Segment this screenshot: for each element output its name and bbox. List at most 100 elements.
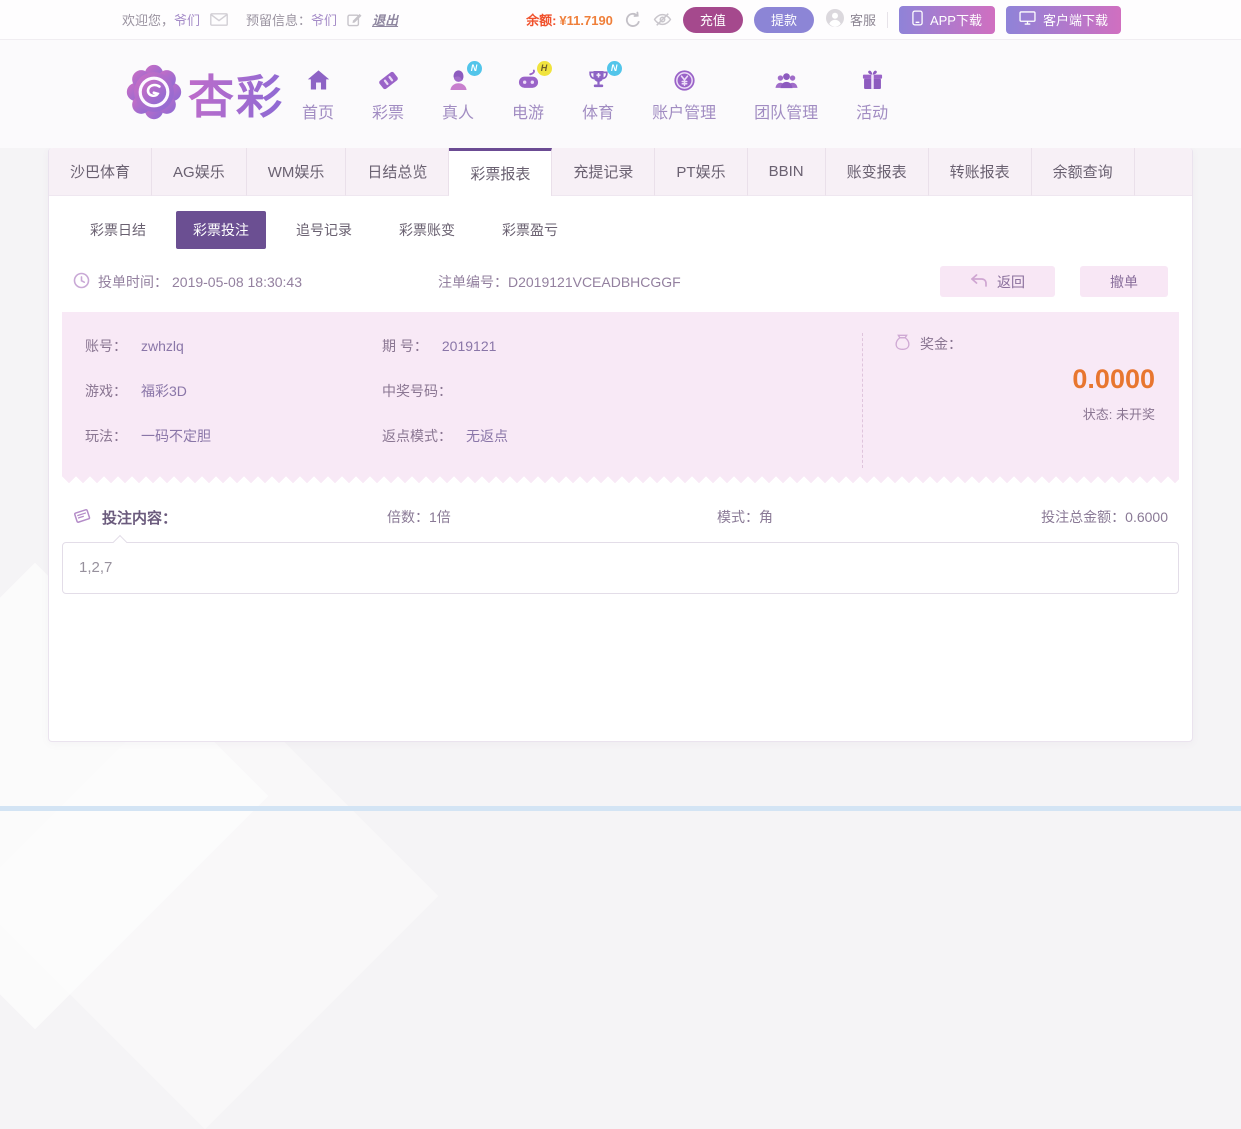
tab-transfer-report[interactable]: 转账报表 bbox=[929, 148, 1032, 196]
customer-service-label: 客服 bbox=[850, 10, 876, 29]
tab-shaba-sports[interactable]: 沙巴体育 bbox=[49, 148, 152, 196]
customer-service-link[interactable]: 客服 bbox=[825, 8, 876, 31]
field-value: 一码不定胆 bbox=[141, 423, 211, 449]
back-button-label: 返回 bbox=[997, 272, 1025, 292]
brand-logo[interactable]: 杏彩 bbox=[125, 61, 284, 127]
nav-item-egames[interactable]: H 电游 bbox=[512, 66, 544, 123]
nav-item-sports[interactable]: N 体育 bbox=[582, 66, 614, 123]
bet-content-label: 投注内容： bbox=[102, 507, 177, 528]
footer-strip bbox=[0, 806, 1241, 811]
client-download-label: 客户端下载 bbox=[1043, 10, 1108, 29]
tab-daily-summary[interactable]: 日结总览 bbox=[346, 148, 449, 196]
nav-item-team[interactable]: 团队管理 bbox=[754, 66, 818, 123]
client-download-button[interactable]: 客户端下载 bbox=[1006, 6, 1121, 34]
field-label: 返点模式： bbox=[382, 423, 452, 449]
subtab-lottery-account-changes[interactable]: 彩票账变 bbox=[382, 211, 472, 249]
team-icon bbox=[773, 66, 800, 94]
nav-label: 电游 bbox=[512, 99, 544, 123]
subtab-lottery-profit-loss[interactable]: 彩票盈亏 bbox=[485, 211, 575, 249]
field-game: 游戏： 福彩3D bbox=[85, 378, 382, 404]
back-arrow-icon bbox=[970, 274, 988, 290]
tab-account-change-report[interactable]: 账变报表 bbox=[826, 148, 929, 196]
subtab-lottery-daily[interactable]: 彩票日结 bbox=[73, 211, 163, 249]
nav-label: 首页 bbox=[302, 99, 334, 123]
bet-numbers: 1,2,7 bbox=[79, 559, 112, 576]
nav-label: 体育 bbox=[582, 99, 614, 123]
recharge-button[interactable]: 充值 bbox=[683, 7, 743, 33]
envelope-icon[interactable] bbox=[210, 13, 228, 26]
bet-box-notch bbox=[113, 535, 127, 549]
bet-numbers-box: 1,2,7 bbox=[62, 542, 1179, 594]
field-play-type: 玩法： 一码不定胆 bbox=[85, 423, 382, 449]
prize-panel: 奖金： 0.0000 状态: 未开奖 bbox=[862, 333, 1179, 468]
tab-lottery-report[interactable]: 彩票报表 bbox=[449, 148, 552, 196]
badge-h: H bbox=[537, 61, 552, 76]
phone-icon bbox=[912, 10, 923, 29]
badge-n: N bbox=[467, 61, 482, 76]
flower-logo-icon bbox=[125, 63, 183, 126]
eye-off-icon[interactable] bbox=[653, 12, 672, 27]
lottery-subtabs: 彩票日结 彩票投注 追号记录 彩票账变 彩票盈亏 bbox=[73, 211, 1179, 249]
edit-icon[interactable] bbox=[347, 12, 362, 27]
bet-mode: 模式：角 bbox=[717, 507, 1041, 527]
field-label: 账号： bbox=[85, 333, 127, 359]
field-winning-numbers: 中奖号码： bbox=[382, 378, 862, 404]
order-number-value: D2019121VCEADBHCGGF bbox=[508, 274, 681, 290]
balance-value: ¥11.7190 bbox=[559, 13, 613, 28]
note-icon bbox=[73, 505, 93, 529]
tab-deposit-withdraw-records[interactable]: 充提记录 bbox=[552, 148, 655, 196]
bet-total-amount: 投注总金额：0.6000 bbox=[1041, 507, 1168, 527]
withdraw-button[interactable]: 提款 bbox=[754, 7, 814, 33]
ticket-icon bbox=[375, 66, 402, 94]
app-download-button[interactable]: APP下载 bbox=[899, 6, 995, 34]
cancel-order-button[interactable]: 撤单 bbox=[1080, 266, 1168, 297]
coin-icon bbox=[671, 66, 698, 94]
monitor-icon bbox=[1019, 11, 1036, 28]
nav-item-account[interactable]: 账户管理 bbox=[652, 66, 716, 123]
nav-item-promotions[interactable]: 活动 bbox=[856, 66, 888, 123]
bet-detail-header: 投单时间： 2019-05-08 18:30:43 注单编号：D2019121V… bbox=[73, 266, 1168, 297]
nav-item-home[interactable]: 首页 bbox=[302, 66, 334, 123]
field-value: zwhzlq bbox=[141, 333, 184, 359]
topbar: 欢迎您，爷们 预留信息：爷们 退出 余额:¥11.7190 充值 提款 客服 bbox=[0, 0, 1241, 40]
subtab-chase-records[interactable]: 追号记录 bbox=[279, 211, 369, 249]
field-value: 福彩3D bbox=[141, 378, 187, 404]
live-casino-icon: N bbox=[445, 66, 472, 94]
trophy-icon: N bbox=[585, 66, 612, 94]
report-card: 沙巴体育 AG娱乐 WM娱乐 日结总览 彩票报表 充提记录 PT娱乐 BBIN … bbox=[48, 148, 1193, 742]
logout-link[interactable]: 退出 bbox=[372, 10, 398, 29]
field-value: 无返点 bbox=[466, 423, 508, 449]
field-label: 玩法： bbox=[85, 423, 127, 449]
tab-wm[interactable]: WM娱乐 bbox=[247, 148, 347, 196]
cancel-order-label: 撤单 bbox=[1110, 272, 1138, 292]
bet-multiple: 倍数：1倍 bbox=[387, 507, 717, 527]
gamepad-icon: H bbox=[515, 66, 542, 94]
reserved-info: 预留信息：爷们 bbox=[246, 10, 337, 29]
tab-pt[interactable]: PT娱乐 bbox=[655, 148, 747, 196]
nav-item-live[interactable]: N 真人 bbox=[442, 66, 474, 123]
main-nav: 首页 彩票 N 真人 H 电游 N 体育 bbox=[302, 66, 888, 123]
balance: 余额:¥11.7190 bbox=[526, 10, 613, 29]
customer-service-icon bbox=[825, 8, 845, 31]
nav-label: 账户管理 bbox=[652, 99, 716, 123]
welcome-prefix: 欢迎您， bbox=[122, 13, 174, 28]
subtab-lottery-bets[interactable]: 彩票投注 bbox=[176, 211, 266, 249]
balance-label: 余额: bbox=[526, 13, 556, 28]
report-tabbar: 沙巴体育 AG娱乐 WM娱乐 日结总览 彩票报表 充提记录 PT娱乐 BBIN … bbox=[49, 148, 1192, 196]
prize-value: 0.0000 bbox=[893, 364, 1155, 395]
nav-item-lottery[interactable]: 彩票 bbox=[372, 66, 404, 123]
tab-ag[interactable]: AG娱乐 bbox=[152, 148, 247, 196]
bet-time-value: 2019-05-08 18:30:43 bbox=[172, 274, 302, 290]
home-icon bbox=[305, 66, 332, 94]
refresh-icon[interactable] bbox=[624, 11, 642, 29]
ticket-zigzag-edge bbox=[62, 474, 1179, 483]
tab-bbin[interactable]: BBIN bbox=[748, 148, 826, 196]
tab-balance-query[interactable]: 余额查询 bbox=[1032, 148, 1135, 196]
field-account: 账号： zwhzlq bbox=[85, 333, 382, 359]
field-label: 期 号： bbox=[382, 333, 428, 359]
divider bbox=[887, 12, 888, 28]
back-button[interactable]: 返回 bbox=[940, 266, 1055, 297]
clock-icon bbox=[73, 272, 90, 292]
moneybag-icon bbox=[893, 333, 912, 355]
badge-n: N bbox=[607, 61, 622, 76]
